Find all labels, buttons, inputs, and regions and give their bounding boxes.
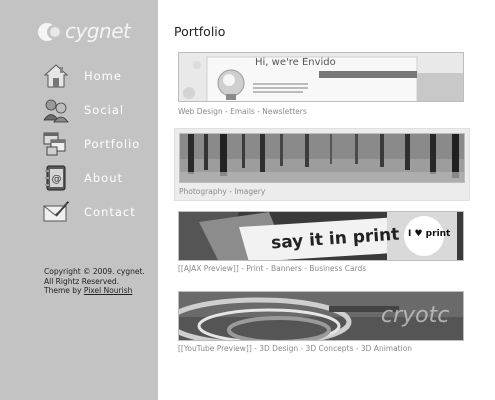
print-thumb-badge: I ♥ print [408, 229, 451, 239]
nav-label-about: About [84, 171, 124, 185]
web-design-thumb-heading: Hi, we're Envido [255, 57, 336, 68]
portfolio-item-web-design[interactable]: Hi, we're Envido Web Design - Emails - N… [174, 50, 470, 120]
theme-prefix: Theme by [44, 286, 84, 295]
copyright-block: Copyright © 2009. cygnet. All Rightz Res… [44, 267, 145, 296]
portfolio-thumbnail[interactable]: Hi, we're Envido [178, 52, 464, 102]
nav-item-about[interactable]: @ About [40, 164, 158, 194]
portfolio-caption: [[YouTube Preview]] - 3D Design - 3D Con… [178, 344, 413, 353]
home-icon [43, 64, 69, 88]
logo-icon [38, 23, 61, 41]
portfolio-thumbnail[interactable]: cryotc [178, 291, 464, 341]
portfolio-item-3d[interactable]: cryotc [[YouTube Preview]] - 3D Design -… [174, 290, 470, 358]
nav-label-home: Home [84, 69, 122, 83]
portfolio-thumbnail[interactable]: say it in print I ♥ print [178, 211, 464, 261]
rights-line: All Rightz Reserved. [44, 276, 120, 286]
nav-label-portfolio: Portfolio [84, 137, 141, 151]
forest-photo [180, 134, 464, 182]
nav-label-contact: Contact [84, 205, 136, 219]
page-title: Portfolio [174, 24, 226, 39]
users-icon [43, 99, 69, 123]
windows-icon [43, 132, 66, 156]
nav-item-home[interactable]: Home [40, 62, 158, 92]
logo[interactable]: cygnet [35, 18, 135, 46]
3d-thumb-word: cryotc [381, 303, 450, 328]
portfolio-thumbnail[interactable] [179, 133, 465, 183]
nav-item-portfolio[interactable]: Portfolio [40, 130, 158, 160]
nav-item-contact[interactable]: Contact [40, 198, 158, 228]
portfolio-item-photography[interactable]: Photography - Imagery [174, 128, 470, 201]
portfolio-caption: [[AJAX Preview]] - Print - Banners - Bus… [178, 264, 367, 273]
copyright-line: Copyright © 2009. cygnet. [44, 267, 145, 276]
envelope-icon [43, 201, 69, 222]
nav-item-social[interactable]: Social [40, 96, 158, 126]
svg-text:@: @ [52, 174, 62, 185]
theme-author-link[interactable]: Pixel Nourish [84, 286, 133, 295]
theme-credit: Theme by Pixel Nourish [44, 286, 145, 296]
logo-text: cygnet [65, 19, 131, 43]
main-content: Portfolio Hi, we're Envido Web Design - … [158, 0, 495, 400]
address-book-icon: @ [45, 165, 66, 191]
portfolio-caption: Web Design - Emails - Newsletters [178, 107, 307, 116]
portfolio-item-print[interactable]: say it in print I ♥ print [[AJAX Preview… [174, 210, 470, 280]
sidebar: cygnet Home Social Portfolio @ About Con… [0, 0, 158, 400]
portfolio-caption: Photography - Imagery [179, 187, 266, 196]
nav-label-social: Social [84, 103, 125, 117]
